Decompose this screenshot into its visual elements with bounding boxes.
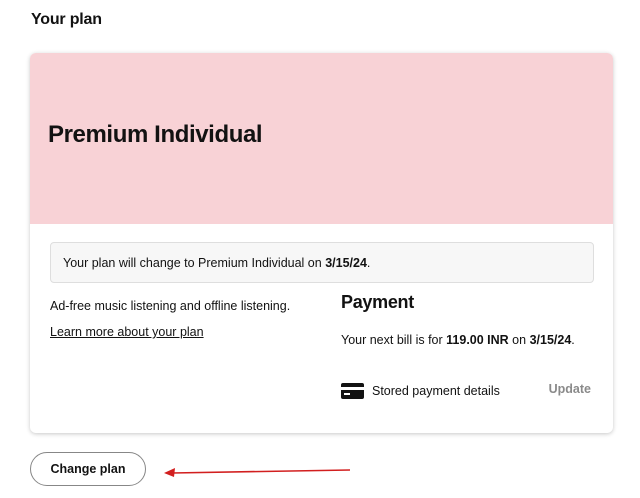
stored-payment-row: Stored payment details Update bbox=[341, 381, 591, 401]
payment-title: Payment bbox=[341, 292, 414, 312]
left-arrow-icon bbox=[164, 468, 351, 477]
plan-header: Premium Individual bbox=[30, 53, 613, 224]
next-bill-text: Your next bill is for 119.00 INR on 3/15… bbox=[341, 333, 575, 347]
notice-text: Your plan will change to Premium Individ… bbox=[63, 256, 370, 270]
plan-card: Premium Individual Your plan will change… bbox=[30, 53, 613, 433]
bill-prefix: Your next bill is for bbox=[341, 333, 447, 347]
bill-amount: 119.00 INR bbox=[446, 333, 509, 347]
notice-prefix: Your plan will change to Premium Individ… bbox=[63, 255, 326, 270]
plan-features: Ad-free music listening and offline list… bbox=[50, 299, 291, 313]
notice-suffix: . bbox=[366, 255, 371, 270]
bill-suffix: . bbox=[571, 333, 575, 347]
plan-name: Premium Individual bbox=[48, 121, 263, 148]
plan-change-notice: Your plan will change to Premium Individ… bbox=[50, 242, 594, 283]
update-button[interactable]: Update bbox=[549, 382, 591, 396]
bill-mid: on bbox=[508, 333, 530, 347]
stored-payment-label: Stored payment details bbox=[372, 384, 500, 398]
learn-more-link[interactable]: Learn more about your plan bbox=[50, 325, 204, 339]
bill-date: 3/15/24 bbox=[529, 333, 572, 347]
notice-date: 3/15/24 bbox=[325, 255, 367, 270]
change-plan-button[interactable]: Change plan bbox=[30, 452, 146, 486]
credit-card-icon bbox=[341, 383, 364, 399]
section-title: Your plan bbox=[31, 11, 102, 28]
